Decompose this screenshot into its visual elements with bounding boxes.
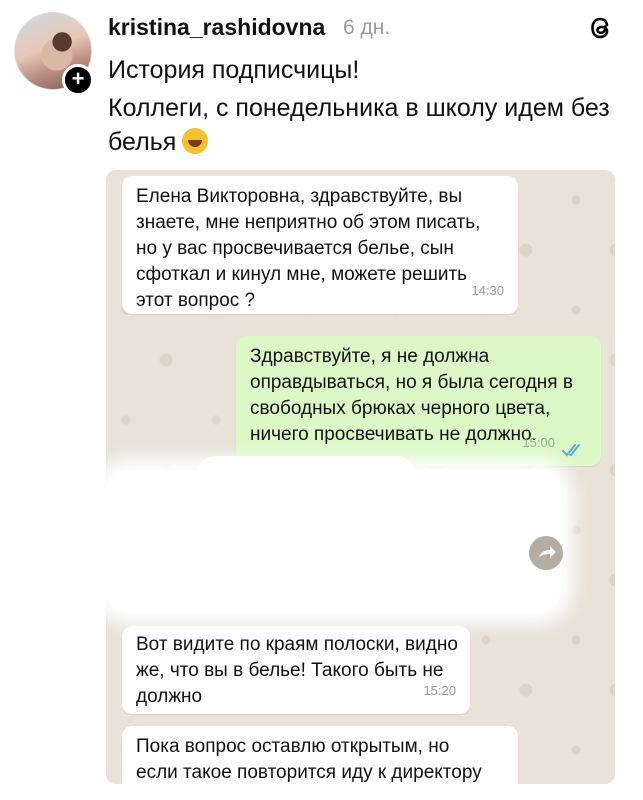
forward-icon[interactable] <box>529 536 563 570</box>
plus-icon[interactable]: + <box>62 64 94 96</box>
post-text-line-3-text: белья <box>108 128 177 156</box>
post-text-line-1: История подписчицы! <box>108 56 360 84</box>
threads-logo-icon <box>591 17 609 39</box>
message-bubble: Вот видите по краям полоски, видно же, ч… <box>122 626 470 714</box>
username[interactable]: kristina_rashidovna <box>108 14 325 41</box>
post-text-line-3: белья <box>108 128 209 157</box>
message-time: 15:00 <box>522 435 555 450</box>
message-bubble: Елена Викторовна, здравствуйте, вы знает… <box>122 176 518 314</box>
message-text: Пока вопрос оставлю открытым, но если та… <box>136 736 482 783</box>
forward-arrow-icon <box>539 546 556 558</box>
chat-screenshot[interactable]: Елена Викторовна, здравствуйте, вы знает… <box>106 170 615 784</box>
rofl-emoji-icon <box>182 128 209 154</box>
message-bubble: Здравствуйте, я не должна оправдываться,… <box>236 336 601 466</box>
post-time: 6 дн. <box>343 16 391 39</box>
message-time: 15:20 <box>423 683 456 698</box>
message-text: Елена Викторовна, здравствуйте, вы знает… <box>136 186 481 311</box>
double-check-icon <box>562 444 580 457</box>
message-time: 14:30 <box>471 283 504 298</box>
message-text: Вот видите по краям полоски, видно же, ч… <box>136 634 458 707</box>
message-bubble: Пока вопрос оставлю открытым, но если та… <box>122 726 518 784</box>
redacted-image <box>106 456 561 612</box>
post-text-line-2: Коллеги, с понедельника в школу идем без <box>108 94 610 122</box>
